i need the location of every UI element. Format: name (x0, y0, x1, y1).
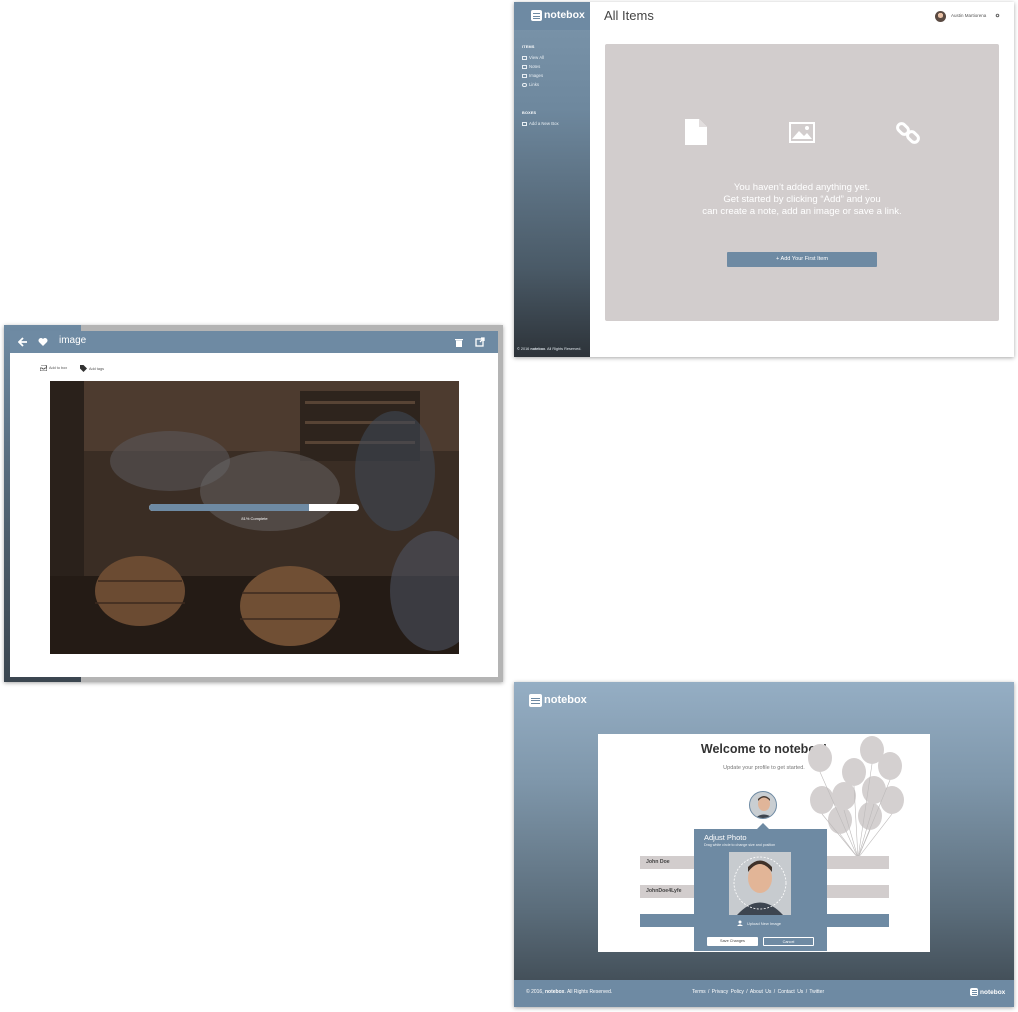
copyright-suffix: . All Rights Reserved. (564, 989, 613, 995)
empty-line-2: Get started by clicking “Add” and you (723, 194, 881, 205)
profile-card: Welcome to notebox! Update your profile … (598, 734, 930, 952)
empty-line-3: can create a note, add an image or save … (702, 206, 902, 217)
crop-portrait (729, 852, 791, 915)
copyright-suffix: . All Rights Reserved. (545, 347, 582, 351)
grid-icon (522, 55, 527, 60)
image-modal: image Add to box Add tags 81% Complete (10, 331, 498, 677)
note-icon (685, 119, 707, 145)
note-icon (522, 64, 527, 69)
footer-link-about[interactable]: About Us (750, 989, 772, 995)
heart-icon[interactable] (38, 337, 48, 347)
link-icon (896, 122, 920, 144)
sidebar: notebox ITEMS View All Notes Images Link… (514, 2, 590, 357)
add-new-box-button[interactable]: Add a New Box (522, 121, 559, 126)
page-title: All Items (604, 8, 654, 23)
avatar-portrait (755, 796, 773, 818)
copyright-brand: notebox (530, 347, 546, 351)
user-icon (737, 920, 743, 926)
cancel-button[interactable]: Cancel (763, 937, 814, 946)
sidebar-item-label: Links (529, 82, 540, 87)
boxes-heading: BOXES (522, 111, 537, 115)
share-icon[interactable] (475, 337, 485, 347)
sidebar-item-label: Images (529, 73, 544, 78)
sidebar-item-notes[interactable]: Notes (522, 64, 540, 69)
link-icon (522, 82, 527, 87)
footer-link-privacy[interactable]: Privacy Policy (712, 989, 744, 995)
back-arrow-icon[interactable] (18, 337, 28, 347)
footer-brand: notebox (980, 988, 1006, 996)
user-name[interactable]: Austin Martiorena (951, 13, 986, 18)
image-title: image (59, 335, 87, 346)
image-icon (789, 122, 815, 143)
add-tags-button[interactable]: Add tags (80, 365, 104, 372)
sidebar-item-label: Notes (529, 64, 541, 69)
all-items-screen: notebox ITEMS View All Notes Images Link… (514, 2, 1014, 357)
adjust-photo-popover: Adjust Photo Drag white circle to change… (694, 829, 827, 951)
save-changes-button[interactable]: Save Changes (707, 937, 758, 946)
copyright-prefix: © 2016, (526, 989, 544, 995)
add-box-label: Add a New Box (529, 121, 559, 126)
add-to-box-button[interactable]: Add to box (40, 365, 67, 371)
trash-icon[interactable] (455, 338, 463, 347)
site-footer: © 2016, notebox. All Rights Reserved. Te… (514, 980, 1014, 1007)
items-heading: ITEMS (522, 45, 535, 49)
popover-hint: Drag white circle to change size and pos… (704, 843, 776, 847)
empty-state-panel: You haven’t added anything yet. Get star… (605, 44, 999, 321)
avatar[interactable] (935, 11, 946, 22)
sidebar-item-label: View All (529, 55, 544, 60)
brand-name[interactable]: notebox (544, 694, 587, 706)
footer-link-terms[interactable]: Terms (692, 989, 706, 995)
footer-links: Terms / Privacy Policy / About Us / Cont… (692, 989, 825, 995)
copyright-prefix: © 2016 (517, 347, 530, 351)
image-view-screen: image Add to box Add tags 81% Complete (4, 325, 503, 682)
welcome-screen: notebox Welcome to notebox! Update your … (514, 682, 1014, 1007)
image-icon (522, 73, 527, 78)
sidebar-item-view-all[interactable]: View All (522, 55, 544, 60)
upload-new-image-button[interactable]: Upload New Image (737, 920, 781, 926)
add-first-item-button[interactable]: + Add Your First Item (727, 252, 877, 267)
popover-title: Adjust Photo (704, 833, 747, 842)
plus-box-icon (522, 121, 527, 126)
gear-icon[interactable] (995, 13, 1000, 18)
footer-link-contact[interactable]: Contact Us (778, 989, 804, 995)
upload-progress-fill (149, 504, 309, 511)
brand-name: notebox (544, 9, 585, 21)
sidebar-item-images[interactable]: Images (522, 73, 543, 78)
uploading-photo: 81% Complete (50, 381, 459, 654)
notebox-logo-icon (970, 988, 978, 996)
empty-line-1: You haven’t added anything yet. (733, 182, 871, 193)
sidebar-logo[interactable]: notebox (514, 2, 590, 30)
upload-label: Upload New Image (747, 920, 782, 926)
sidebar-item-links[interactable]: Links (522, 82, 539, 87)
profile-avatar[interactable] (749, 791, 777, 819)
add-to-box-label: Add to box (49, 366, 68, 370)
notebox-logo-icon[interactable] (529, 694, 542, 707)
sidebar-copyright: © 2016 notebox. All Rights Reserved. (517, 347, 581, 351)
notebox-logo-icon (531, 10, 542, 21)
add-tags-label: Add tags (89, 366, 104, 371)
footer-logo[interactable]: notebox (970, 988, 1005, 996)
empty-state-message: You haven’t added anything yet. Get star… (605, 182, 999, 218)
upload-progress-bar (149, 504, 359, 511)
tag-icon (80, 365, 87, 372)
crop-photo[interactable] (729, 852, 791, 915)
copyright-brand: notebox (544, 989, 565, 995)
inbox-icon (40, 365, 47, 371)
footer-copyright: © 2016, notebox. All Rights Reserved. (526, 989, 612, 995)
footer-link-twitter[interactable]: Twitter (809, 989, 824, 995)
upload-progress-label: 81% Complete (241, 516, 268, 521)
image-toolbar: image (10, 331, 498, 353)
